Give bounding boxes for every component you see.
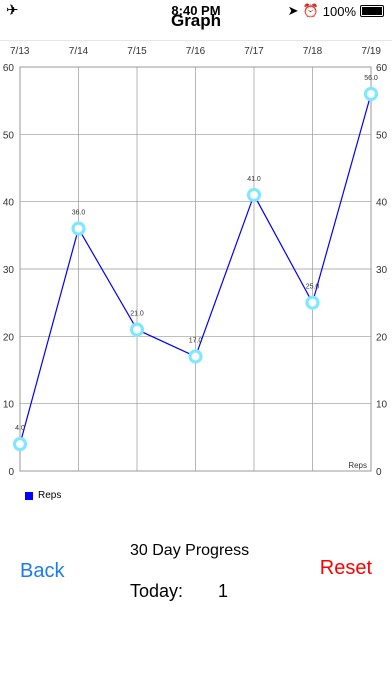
data-point: [12, 436, 28, 452]
y-tick-label-left: 50: [3, 130, 15, 141]
axis-label: Reps: [348, 461, 367, 470]
data-point: [305, 295, 320, 310]
x-tick-label: 7/16: [186, 46, 206, 57]
data-point: [246, 187, 262, 203]
chart-legend: Reps: [25, 490, 61, 501]
x-tick-label: 7/15: [127, 46, 147, 57]
reps-line-chart: 0 0 10 10 20 20 30 30 40 40 50 50 60 60 7/13 7/14 7/15 7/…: [3, 46, 388, 478]
y-tick-label-right: 10: [376, 400, 388, 411]
page-title: Graph: [170, 11, 222, 30]
data-label: 41.0: [247, 176, 261, 183]
data-label: 4.0: [15, 425, 25, 432]
today-label: Today:: [130, 581, 184, 601]
data-point: [363, 86, 379, 102]
y-tick-label-left: 40: [3, 198, 15, 209]
y-tick-label-left: 30: [3, 265, 15, 276]
y-tick-label-right: 30: [376, 265, 388, 276]
y-tick-label-left: 60: [3, 63, 15, 74]
x-tick-label: 7/14: [69, 46, 89, 57]
y-tick-label-left: 20: [3, 332, 15, 343]
data-label: 56.0: [364, 75, 378, 82]
data-label: 36.0: [72, 210, 86, 217]
today-value: 1: [218, 581, 229, 601]
y-tick-label-right: 0: [376, 467, 382, 478]
y-tick-label-left: 0: [8, 467, 14, 478]
y-tick-label-right: 20: [376, 332, 388, 343]
x-tick-label: 7/18: [303, 46, 323, 57]
reset-button[interactable]: Reset: [320, 557, 372, 580]
y-tick-label-right: 60: [376, 63, 388, 74]
x-tick-label: 7/17: [244, 46, 264, 57]
y-tick-label-right: 50: [376, 130, 388, 141]
progress-title: 30 Day Progress: [130, 542, 250, 559]
data-point: [71, 221, 86, 236]
data-label: 25.0: [306, 284, 320, 291]
x-tick-label: 7/19: [362, 46, 382, 57]
y-tick-label-left: 10: [3, 400, 15, 411]
data-label: 17.0: [189, 338, 203, 345]
y-tick-label-right: 40: [376, 198, 388, 209]
data-point: [129, 322, 145, 337]
legend-swatch-reps: [25, 491, 33, 500]
back-button[interactable]: Back: [20, 560, 64, 583]
x-tick-label: 7/13: [10, 46, 30, 57]
legend-label-reps: Reps: [38, 490, 62, 501]
data-point: [188, 349, 203, 364]
data-label: 21.0: [130, 311, 144, 318]
